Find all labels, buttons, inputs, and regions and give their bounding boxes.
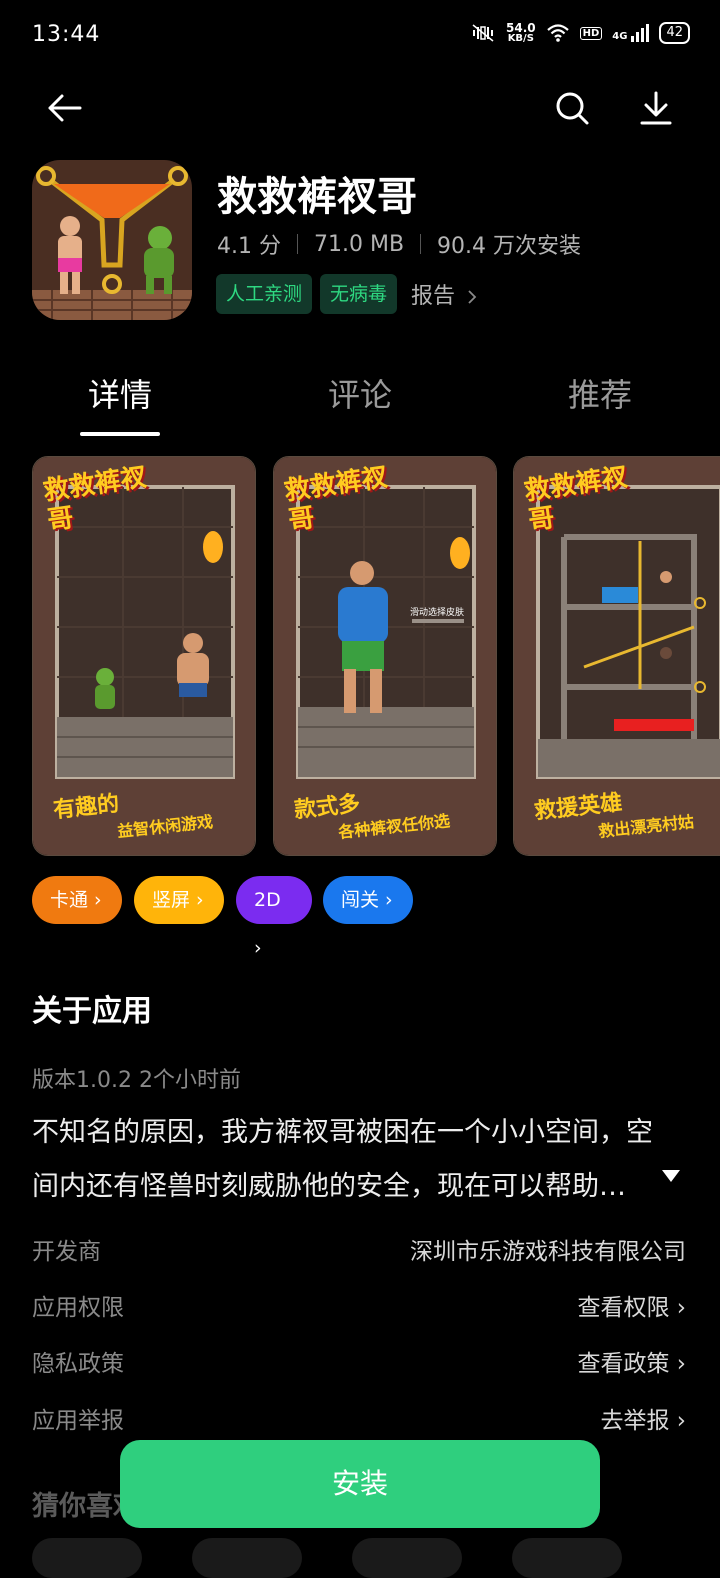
about-heading: 关于应用 — [32, 994, 152, 1029]
net-speed-unit: KB/S — [507, 33, 534, 44]
expand-triangle-icon[interactable] — [662, 1170, 680, 1182]
chevron-right-icon: › — [88, 889, 102, 911]
chevron-right-icon: › — [190, 889, 204, 911]
category-chip-portrait[interactable]: 竖屏 › — [134, 876, 224, 924]
tab-reviews[interactable]: 评论 — [240, 370, 480, 416]
app-installs: 90.4 万次安装 — [437, 234, 582, 259]
screenshot-1[interactable]: 救救裤衩哥 有趣的 益智休闲游戏 — [32, 456, 256, 856]
download-icon — [640, 91, 672, 125]
divider — [420, 234, 422, 254]
app-meta: 4.1 分 71.0 MB 90.4 万次安装 — [217, 228, 581, 260]
tab-details[interactable]: 详情 — [0, 370, 240, 416]
net-speed: 54.0 KB/S — [506, 22, 536, 44]
screenshot-3[interactable]: 救救裤衩哥 救援英雄 救出漂亮村姑 — [513, 456, 720, 856]
chevron-right-icon: › — [676, 1295, 686, 1321]
recommend-item-peek — [352, 1538, 462, 1578]
chevron-right-icon: › — [254, 937, 262, 959]
hd-badge: HD — [579, 26, 603, 40]
permissions-link[interactable]: 查看权限 › — [577, 1288, 686, 1322]
tab-indicator — [80, 432, 160, 436]
developer-value: 深圳市乐游戏科技有限公司 — [410, 1239, 686, 1265]
report-row-link[interactable]: 去举报 › — [600, 1401, 686, 1435]
chevron-right-icon: › — [379, 889, 393, 911]
chip-label: 卡通 — [50, 889, 89, 911]
report-row-link-label: 去举报 — [600, 1408, 670, 1434]
app-description[interactable]: 不知名的原因，我方裤衩哥被困在一个小小空间，空间内还有怪兽时刻威胁他的安全，现在… — [32, 1106, 672, 1214]
download-manager-button[interactable] — [632, 84, 680, 132]
tab-recommend[interactable]: 推荐 — [480, 370, 720, 416]
wifi-icon — [546, 24, 569, 42]
recommend-item-peek — [512, 1538, 622, 1578]
permissions-label: 应用权限 — [32, 1295, 124, 1321]
privacy-label: 隐私政策 — [32, 1351, 124, 1377]
report-row-label: 应用举报 — [32, 1408, 124, 1434]
report-link[interactable]: 报告 — [411, 278, 478, 310]
category-chip-cartoon[interactable]: 卡通 › — [32, 876, 122, 924]
category-chip-level[interactable]: 闯关 › — [323, 876, 413, 924]
report-label: 报告 — [411, 284, 456, 309]
privacy-link[interactable]: 查看政策 › — [577, 1344, 686, 1378]
back-arrow-icon — [48, 94, 82, 122]
status-time: 13:44 — [32, 22, 101, 47]
app-size: 71.0 MB — [313, 231, 405, 257]
screenshot-hint: 滑动选择皮肤 — [410, 608, 465, 618]
app-icon — [32, 160, 192, 320]
version-info: 版本1.0.2 2个小时前 — [32, 1068, 241, 1093]
app-rating: 4.1 分 — [217, 234, 281, 259]
chip-label: 闯关 — [341, 889, 380, 911]
developer-label: 开发商 — [32, 1239, 101, 1265]
privacy-link-label: 查看政策 — [577, 1351, 670, 1377]
signal-icon: 4G — [612, 24, 650, 42]
search-button[interactable] — [548, 84, 596, 132]
back-button[interactable] — [40, 84, 88, 132]
install-button[interactable]: 安装 — [120, 1440, 600, 1528]
badge-virus-free[interactable]: 无病毒 — [320, 274, 398, 314]
status-icons: 54.0 KB/S HD 4G 42 — [470, 22, 690, 44]
divider — [296, 234, 298, 254]
chevron-right-icon: › — [676, 1351, 686, 1377]
chevron-right-icon — [468, 290, 477, 304]
chip-label: 竖屏 — [152, 889, 191, 911]
recommend-item-peek — [32, 1538, 142, 1578]
badge-row: 人工亲测 无病毒 报告 — [216, 274, 478, 314]
battery-indicator: 42 — [659, 22, 690, 44]
chip-label: 2D — [254, 889, 281, 911]
search-icon — [556, 92, 589, 125]
category-chip-2d[interactable]: 2D › — [236, 876, 312, 959]
permissions-link-label: 查看权限 — [577, 1295, 670, 1321]
chevron-right-icon: › — [676, 1408, 686, 1434]
badge-tested[interactable]: 人工亲测 — [216, 274, 313, 314]
screenshot-2[interactable]: 救救裤衩哥 滑动选择皮肤 款式多 各种裤衩任你选 — [273, 456, 497, 856]
mute-vibrate-icon — [472, 24, 494, 42]
signal-label: 4G — [612, 31, 628, 42]
app-title: 救救裤衩哥 — [217, 174, 417, 220]
recommend-item-peek — [192, 1538, 302, 1578]
screenshot-caption: 有趣的 — [52, 791, 121, 824]
